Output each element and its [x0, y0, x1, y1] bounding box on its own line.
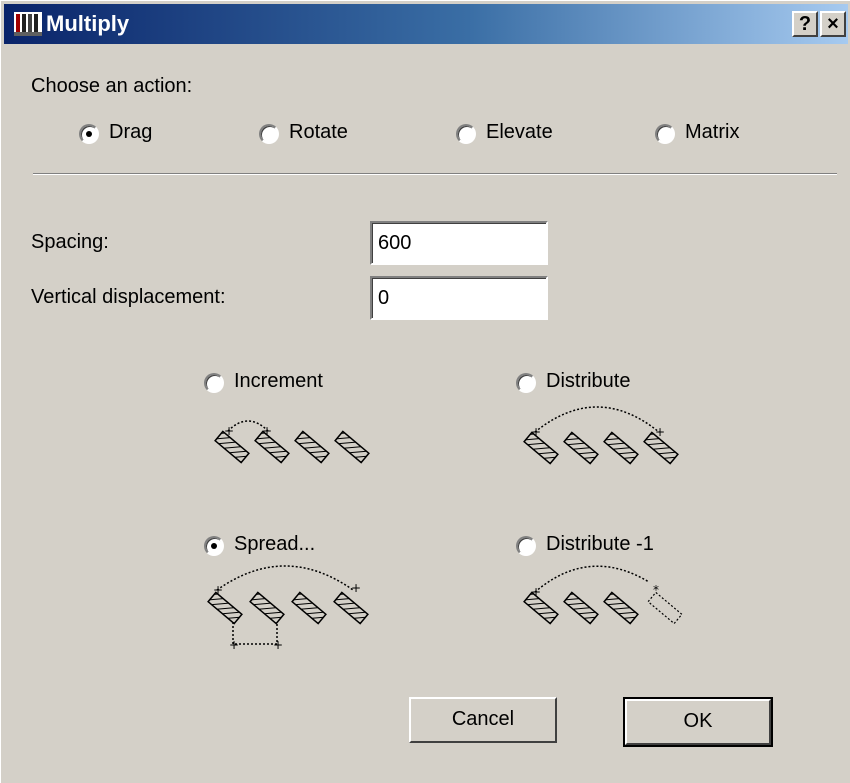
radio-distribute-minus-one-indicator[interactable] [516, 536, 536, 556]
vertical-displacement-label: Vertical displacement: [31, 286, 226, 308]
radio-rotate-indicator[interactable] [259, 124, 279, 144]
ok-button[interactable]: OK [623, 697, 773, 747]
svg-text:+: + [213, 583, 223, 597]
svg-text:+: + [262, 424, 272, 438]
radio-matrix-indicator[interactable] [655, 124, 675, 144]
svg-text:+: + [531, 585, 541, 599]
svg-text:+: + [351, 581, 361, 595]
radio-increment-label: Increment [234, 370, 323, 392]
close-icon: × [827, 13, 839, 35]
svg-text:+: + [655, 425, 665, 439]
separator [33, 173, 837, 175]
radio-elevate-label: Elevate [486, 121, 553, 143]
svg-text:*: * [653, 583, 659, 597]
increment-diagram-icon: + + [214, 420, 370, 464]
radio-spread-indicator[interactable] [204, 536, 224, 556]
svg-text:+: + [229, 638, 239, 652]
radio-distribute-indicator[interactable] [516, 373, 536, 393]
window-title: Multiply [46, 11, 130, 36]
help-icon: ? [798, 13, 812, 35]
svg-text:+: + [531, 425, 541, 439]
radio-elevate-indicator[interactable] [456, 124, 476, 144]
title-bar[interactable]: Multiply ? × [4, 4, 848, 44]
radio-increment-indicator[interactable] [204, 373, 224, 393]
help-button[interactable]: ? [792, 11, 818, 37]
vertical-displacement-input[interactable] [370, 276, 548, 320]
radio-matrix-label: Matrix [685, 121, 740, 143]
radio-distribute-minus-one-label: Distribute -1 [546, 533, 654, 555]
multiply-dialog: Multiply ? × Choose an action: Drag Rota… [0, 0, 850, 783]
radio-spread-label: Spread... [234, 533, 316, 555]
radio-drag-label: Drag [109, 121, 153, 143]
svg-text:+: + [273, 638, 283, 652]
close-button[interactable]: × [820, 11, 846, 37]
choose-action-label: Choose an action: [31, 75, 193, 97]
radio-distribute-label: Distribute [546, 370, 631, 392]
radio-drag-indicator[interactable] [79, 124, 99, 144]
radio-rotate-label: Rotate [289, 121, 348, 143]
spread-diagram-icon: + + + + [207, 565, 369, 652]
distribute-minus-one-diagram-icon: + * [523, 565, 683, 625]
cancel-button[interactable]: Cancel [409, 697, 557, 743]
spacing-input[interactable] [370, 221, 548, 265]
spacing-label: Spacing: [31, 231, 109, 253]
distribute-diagram-icon: + + [523, 406, 679, 465]
svg-text:+: + [224, 424, 234, 438]
app-icon [14, 12, 42, 36]
